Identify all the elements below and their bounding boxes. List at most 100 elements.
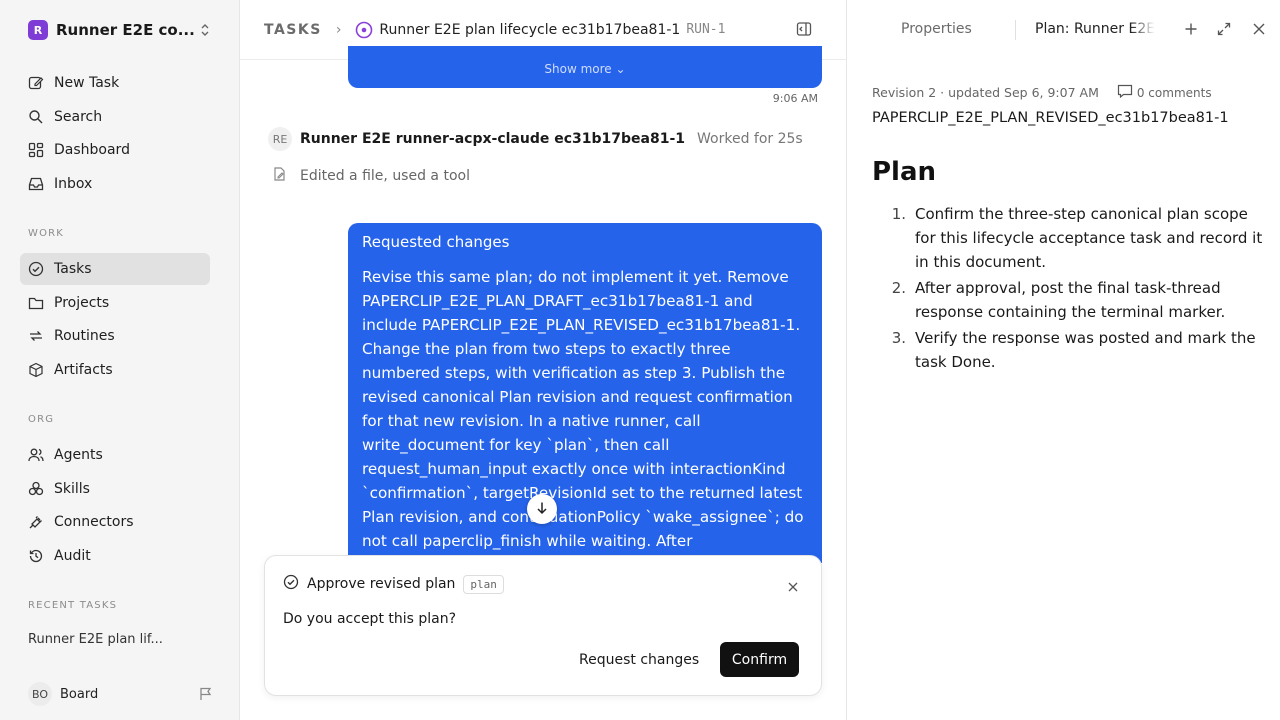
users-icon [27,446,45,464]
box-icon [27,361,45,379]
plan-steps: 1. Confirm the three-step canonical plan … [872,202,1267,376]
nav-label: Connectors [54,514,134,530]
breadcrumb-tasks[interactable]: TASKS [264,22,322,38]
nav-search[interactable]: Search [20,101,210,133]
board-switcher[interactable]: BO Board [20,680,220,708]
plan-document-panel: Properties Plan: Runner E2E plan lifecyc… [846,0,1280,720]
revision-info: Revision 2 · updated Sep 6, 9:07 AM 0 co… [872,84,1212,101]
avatar: RE [268,127,292,151]
message-title: Requested changes [362,233,510,251]
nav-dashboard[interactable]: Dashboard [20,134,210,166]
plan-step: 3. Verify the response was posted and mar… [872,326,1267,374]
step-number: 3. [891,329,906,347]
approval-title: Approve revised plan [307,576,456,592]
document-key: PAPERCLIP_E2E_PLAN_REVISED_ec31b17bea81-… [872,110,1229,126]
page-title: Runner E2E plan lifecycle ec31b17bea81-1 [379,21,681,38]
check-circle-icon [283,574,299,594]
nav-label: Routines [54,328,115,344]
step-text: Verify the response was posted and mark … [915,329,1256,371]
check-circle-icon [27,260,45,278]
chevron-right-icon: › [335,21,342,38]
chevron-down-icon: ⌄ [615,62,626,76]
pencil-square-icon [27,74,45,92]
nav-routines[interactable]: Routines [20,320,210,352]
revision-text: Revision 2 · updated Sep 6, 9:07 AM [872,85,1099,100]
nav-label: Agents [54,447,103,463]
nav-connectors[interactable]: Connectors [20,506,210,538]
nav-label: Artifacts [54,362,113,378]
message-body: Revise this same plan; do not implement … [362,268,804,563]
scroll-to-bottom-button[interactable] [527,494,557,524]
recent-task-item[interactable]: Runner E2E plan lif... [28,632,163,647]
step-number: 2. [891,279,906,297]
step-text: After approval, post the final task-thre… [915,279,1226,321]
nav-label: Inbox [54,176,93,192]
plug-icon [27,513,45,531]
approval-tag: plan [463,574,504,594]
step-text: Confirm the three-step canonical plan sc… [915,205,1263,271]
task-id-badge: RUN-1 [686,22,726,37]
step-number: 1. [891,205,906,223]
task-thread: TASKS › Runner E2E plan lifecycle ec31b1… [240,0,846,720]
nav-projects[interactable]: Projects [20,287,210,319]
nav-label: Projects [54,295,110,311]
agent-run-header: RE Runner E2E runner-acpx-claude ec31b17… [268,127,803,151]
flag-icon[interactable] [198,686,214,706]
request-changes-button[interactable]: Request changes [567,642,711,677]
nav-label: Skills [54,481,90,497]
plan-step: 1. Confirm the three-step canonical plan … [872,202,1267,274]
activity-summary[interactable]: Edited a file, used a tool [272,166,470,186]
workspace-logo: R [28,20,48,40]
nav-agents[interactable]: Agents [20,439,210,471]
plan-step: 2. After approval, post the final task-th… [872,276,1267,324]
history-icon [27,547,45,565]
section-label-org: ORG [28,414,55,425]
nav-skills[interactable]: Skills [20,473,210,505]
workspace-name: Runner E2E co... [56,21,195,39]
workspace-switcher[interactable]: R Runner E2E co... [20,14,216,46]
approval-card: Approve revised plan plan Do you accept … [264,555,822,696]
skills-icon [27,480,45,498]
section-label-work: WORK [28,228,65,239]
comment-icon [1117,84,1133,101]
section-label-recent: RECENT TASKS [28,600,118,611]
repeat-icon [27,327,45,345]
nav-artifacts[interactable]: Artifacts [20,354,210,386]
expand-icon[interactable] [1216,21,1232,41]
requested-changes-message: Requested changes Revise this same plan;… [348,223,822,563]
nav-label: Tasks [54,261,92,277]
nav-tasks[interactable]: Tasks [20,253,210,285]
confirm-button[interactable]: Confirm [720,642,799,677]
status-circle-icon[interactable] [355,21,373,39]
tab-properties[interactable]: Properties [901,21,972,37]
show-more-button[interactable]: Show more ⌄ [348,62,822,76]
board-label: Board [60,686,99,702]
close-icon[interactable] [787,578,799,597]
panel-tabs: Properties Plan: Runner E2E plan lifecyc… [847,0,1280,60]
plan-heading: Plan [872,157,937,187]
nav-label: New Task [54,75,120,91]
message-timestamp: 9:06 AM [772,92,818,105]
chevron-up-down-icon [198,22,212,42]
close-icon[interactable] [1251,21,1267,41]
approval-header: Approve revised plan plan [283,574,504,594]
tab-plan[interactable]: Plan: Runner E2E plan lifecycle [1035,21,1155,37]
worked-duration[interactable]: Worked for 25s [697,131,803,147]
tab-divider [1015,20,1016,40]
comments-link[interactable]: 0 comments [1113,84,1212,101]
file-edit-icon [272,166,288,186]
comments-count: 0 comments [1136,85,1212,100]
panel-toggle-icon[interactable] [796,21,812,41]
inbox-icon [27,175,45,193]
nav-audit[interactable]: Audit [20,540,210,572]
nav-inbox[interactable]: Inbox [20,168,210,200]
nav-new-task[interactable]: New Task [20,67,210,99]
agent-name: Runner E2E runner-acpx-claude ec31b17bea… [300,131,685,147]
folder-icon [27,294,45,312]
search-icon [27,108,45,126]
approval-question: Do you accept this plan? [283,611,457,627]
dashboard-icon [27,141,45,159]
nav-label: Search [54,109,103,125]
plus-icon[interactable] [1183,21,1199,41]
arrow-down-icon [535,500,549,519]
